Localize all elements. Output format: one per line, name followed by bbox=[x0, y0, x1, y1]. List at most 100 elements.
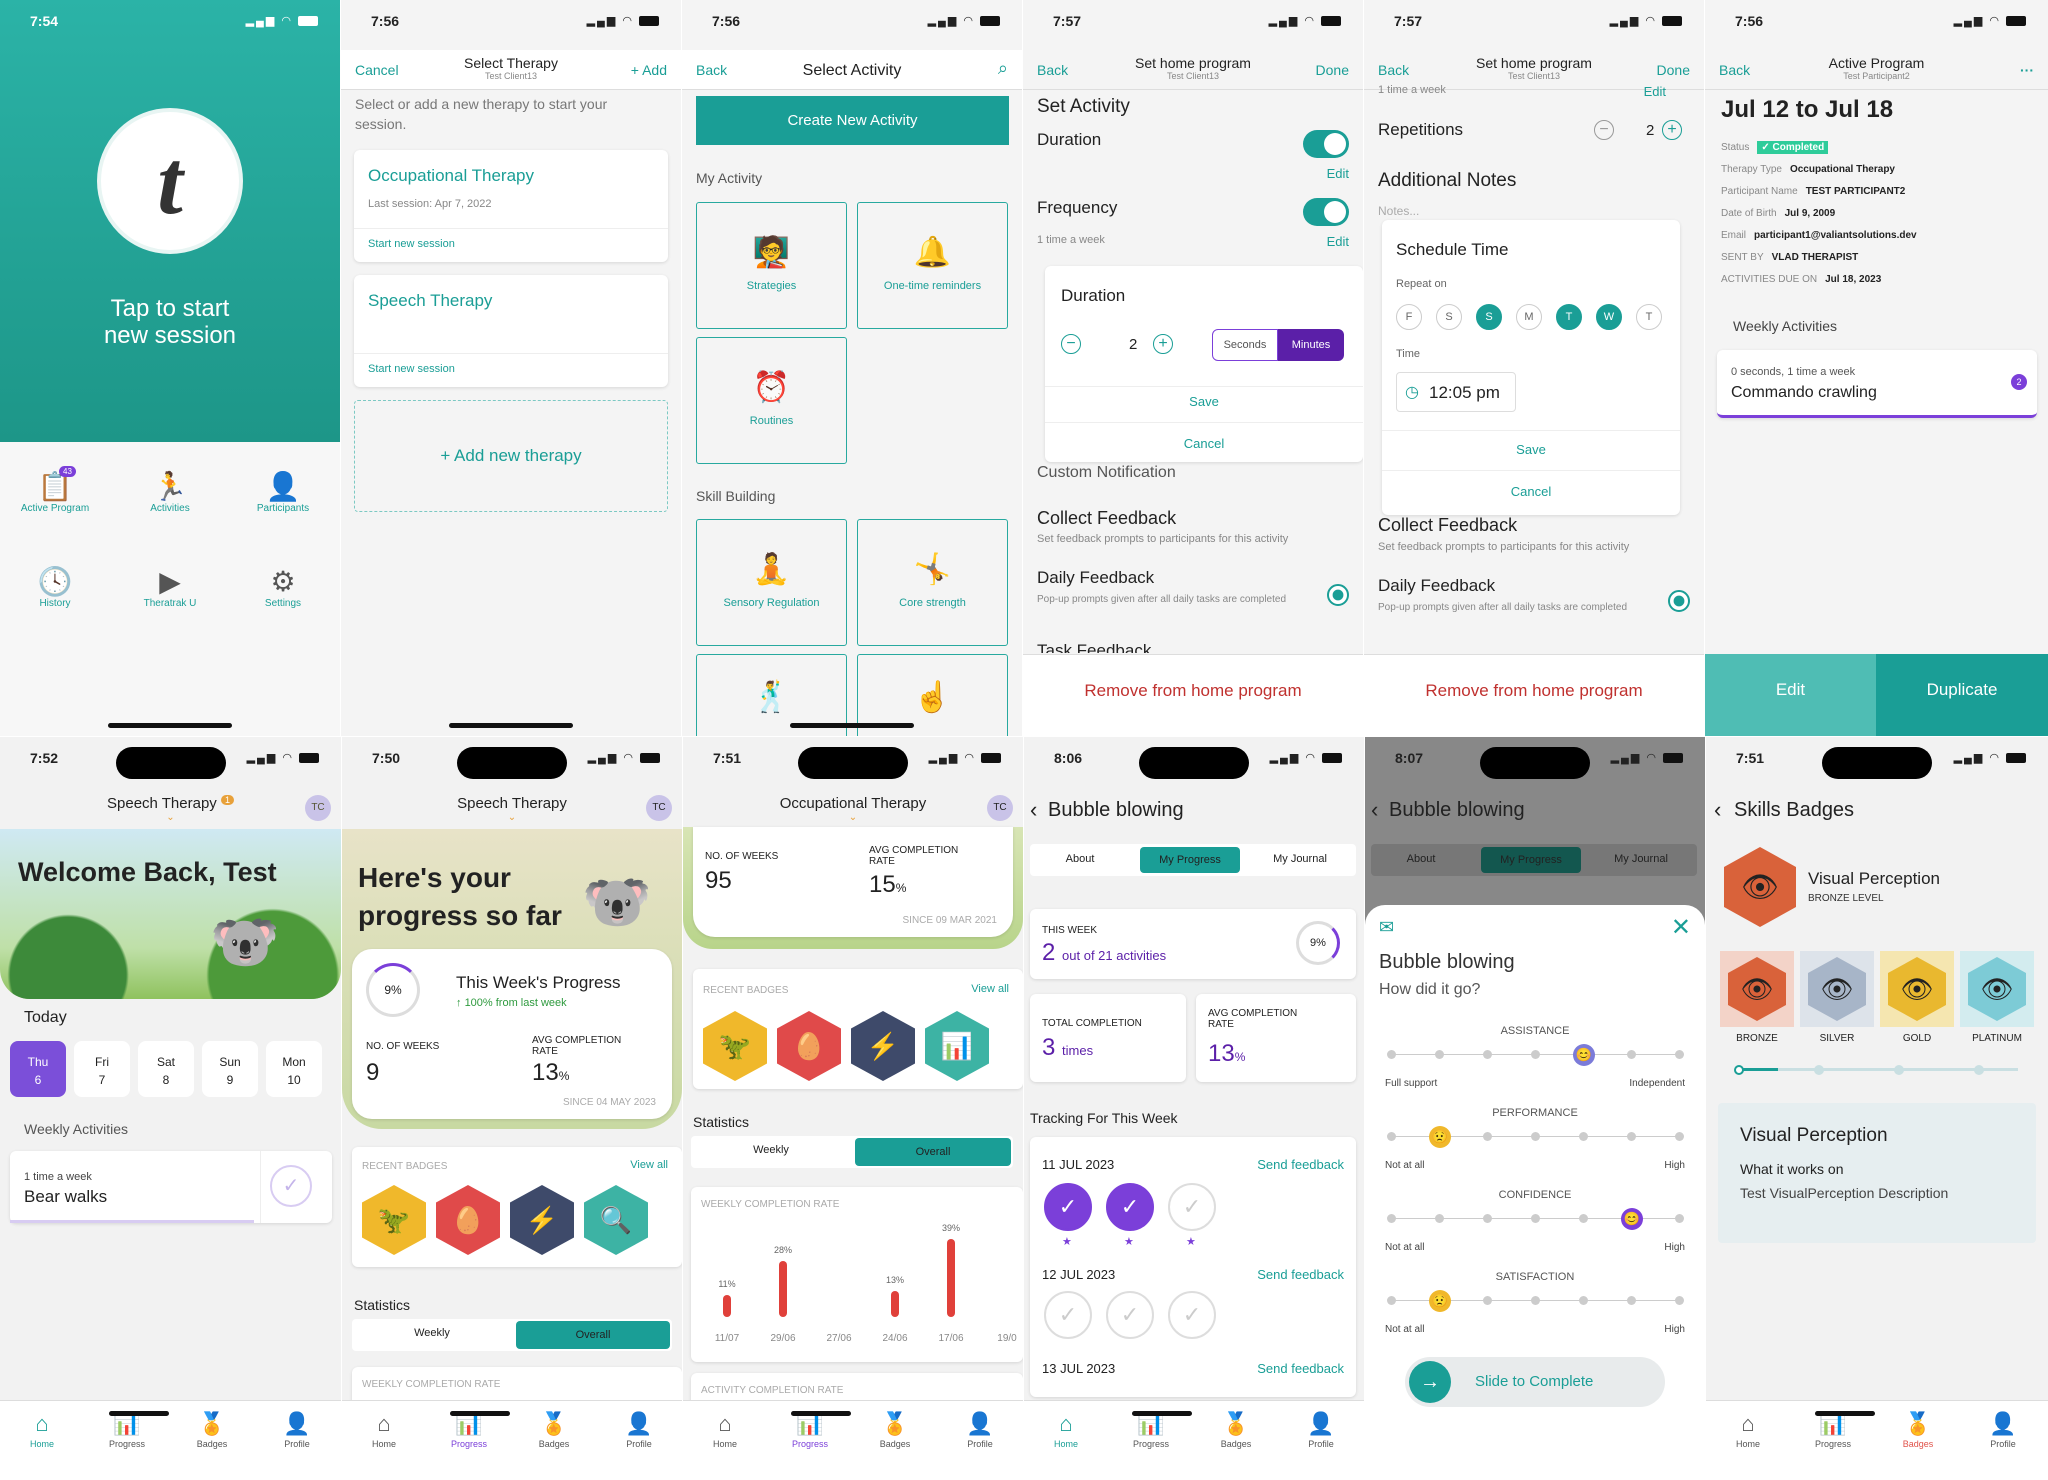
avatar[interactable]: TC bbox=[305, 795, 331, 821]
back-chevron-icon[interactable]: ‹ bbox=[1714, 797, 1721, 823]
seconds-option[interactable]: Seconds bbox=[1212, 329, 1278, 361]
level-bronze[interactable]: 👁 bbox=[1720, 951, 1794, 1027]
scale-point[interactable] bbox=[1627, 1050, 1636, 1059]
send-feedback-link[interactable]: Send feedback bbox=[1257, 1361, 1344, 1376]
daily-feedback-radio[interactable] bbox=[1668, 590, 1690, 612]
therapy-selector[interactable]: Speech Therapy ⌄ bbox=[342, 795, 682, 823]
scale-point[interactable] bbox=[1387, 1132, 1396, 1141]
minus-icon[interactable]: − bbox=[1061, 334, 1081, 354]
add-new-therapy-button[interactable]: + Add new therapy bbox=[354, 400, 668, 512]
tab-home[interactable]: ⌂ Home bbox=[12, 1411, 72, 1449]
scale-point[interactable] bbox=[1675, 1296, 1684, 1305]
empty-check-icon[interactable]: ✓ bbox=[1168, 1183, 1216, 1231]
send-feedback-link[interactable]: Send feedback bbox=[1257, 1267, 1344, 1282]
day-toggle[interactable]: S bbox=[1476, 304, 1502, 330]
therapy-selector[interactable]: Occupational Therapy ⌄ bbox=[683, 795, 1023, 823]
avatar[interactable]: TC bbox=[987, 795, 1013, 821]
badge-dinosaur-icon[interactable]: 🦖 bbox=[362, 1185, 426, 1255]
day-toggle[interactable]: T bbox=[1636, 304, 1662, 330]
duration-toggle[interactable] bbox=[1303, 130, 1349, 158]
time-picker[interactable]: ◷ 12:05 pm bbox=[1396, 372, 1516, 412]
empty-check-icon[interactable]: ✓ bbox=[1168, 1291, 1216, 1339]
tab-badges[interactable]: 🏅 Badges bbox=[524, 1411, 584, 1449]
search-icon[interactable]: ⌕ bbox=[998, 58, 1008, 79]
menu-history[interactable]: 🕓 History bbox=[15, 565, 95, 609]
badge-egg-icon[interactable]: 🥚 bbox=[436, 1185, 500, 1255]
done-button[interactable]: Done bbox=[1316, 62, 1349, 78]
scale-point[interactable] bbox=[1531, 1214, 1540, 1223]
day-toggle[interactable]: T bbox=[1556, 304, 1582, 330]
scale-point[interactable] bbox=[1675, 1132, 1684, 1141]
tab-home[interactable]: ⌂ Home bbox=[354, 1411, 414, 1449]
badge-lightning-icon[interactable]: ⚡ bbox=[851, 1011, 915, 1081]
create-activity-button[interactable]: Create New Activity bbox=[696, 96, 1009, 145]
therapy-selector[interactable]: Speech Therapy 1 ⌄ bbox=[0, 795, 341, 823]
weekly-tab[interactable]: Weekly bbox=[691, 1144, 851, 1156]
day-pill[interactable]: Sun 9 bbox=[202, 1041, 258, 1097]
scale-point[interactable]: 😊 bbox=[1573, 1044, 1595, 1066]
activity-card[interactable]: 0 seconds, 1 time a week Commando crawli… bbox=[1717, 350, 2037, 418]
day-toggle[interactable]: S bbox=[1436, 304, 1462, 330]
frequency-edit[interactable]: Edit bbox=[1644, 84, 1666, 99]
back-chevron-icon[interactable]: ‹ bbox=[1030, 797, 1037, 823]
scale-point[interactable] bbox=[1579, 1214, 1588, 1223]
remove-button[interactable]: Remove from home program bbox=[1023, 681, 1363, 701]
overall-tab[interactable]: Overall bbox=[855, 1138, 1011, 1166]
start-session-link[interactable]: Start new session bbox=[368, 238, 455, 250]
completed-check-icon[interactable]: ✓ bbox=[1106, 1183, 1154, 1231]
tab-progress[interactable]: 📊 Progress bbox=[1803, 1411, 1863, 1449]
day-pill[interactable]: Sat 8 bbox=[138, 1041, 194, 1097]
tab-my-journal[interactable]: My Journal bbox=[1250, 853, 1350, 865]
scale-point[interactable] bbox=[1435, 1214, 1444, 1223]
badge-magnifier-icon[interactable]: 🔍 bbox=[584, 1185, 648, 1255]
tab-about[interactable]: About bbox=[1030, 853, 1130, 865]
level-gold[interactable]: 👁 bbox=[1880, 951, 1954, 1027]
tab-badges[interactable]: 🏅 Badges bbox=[1888, 1411, 1948, 1449]
scale-point[interactable] bbox=[1435, 1050, 1444, 1059]
tab-badges[interactable]: 🏅 Badges bbox=[865, 1411, 925, 1449]
scale-point[interactable] bbox=[1483, 1050, 1492, 1059]
scale-point[interactable] bbox=[1627, 1132, 1636, 1141]
duration-edit[interactable]: Edit bbox=[1327, 166, 1349, 181]
scale-point[interactable] bbox=[1387, 1296, 1396, 1305]
scale-point[interactable]: 😟 bbox=[1429, 1290, 1451, 1312]
scale-point[interactable] bbox=[1675, 1050, 1684, 1059]
day-pill[interactable]: Fri 7 bbox=[74, 1041, 130, 1097]
tab-profile[interactable]: 👤 Profile bbox=[950, 1411, 1010, 1449]
empty-check-icon[interactable]: ✓ bbox=[1044, 1291, 1092, 1339]
plus-icon[interactable]: + bbox=[1153, 334, 1173, 354]
activity-card[interactable]: 1 time a week Bear walks ✓ bbox=[10, 1151, 332, 1223]
daily-feedback-radio[interactable] bbox=[1327, 584, 1349, 606]
tab-progress[interactable]: 📊 Progress bbox=[780, 1411, 840, 1449]
scale-point[interactable] bbox=[1387, 1050, 1396, 1059]
day-toggle[interactable]: F bbox=[1396, 304, 1422, 330]
scale-point[interactable] bbox=[1675, 1214, 1684, 1223]
tab-home[interactable]: ⌂ Home bbox=[1718, 1411, 1778, 1449]
completed-check-icon[interactable]: ✓ bbox=[1044, 1183, 1092, 1231]
day-pill[interactable]: Thu 6 bbox=[10, 1041, 66, 1097]
therapy-card[interactable]: Occupational Therapy Last session: Apr 7… bbox=[354, 150, 668, 262]
notes-input[interactable]: Notes... bbox=[1378, 204, 1419, 218]
plus-icon[interactable]: + bbox=[1662, 120, 1682, 140]
badge-chart-icon[interactable]: 📊 bbox=[925, 1011, 989, 1081]
day-toggle[interactable]: M bbox=[1516, 304, 1542, 330]
tap-to-start-label[interactable]: Tap to start new session bbox=[0, 295, 340, 349]
scale-point[interactable] bbox=[1387, 1214, 1396, 1223]
tab-profile[interactable]: 👤 Profile bbox=[267, 1411, 327, 1449]
menu-active-program[interactable]: 📋 Active Program 43 bbox=[15, 466, 95, 514]
scale-point[interactable] bbox=[1483, 1296, 1492, 1305]
tab-my-progress[interactable]: My Progress bbox=[1140, 847, 1240, 873]
remove-button[interactable]: Remove from home program bbox=[1364, 681, 1704, 701]
menu-theratrak-u[interactable]: ▶ Theratrak U bbox=[130, 565, 210, 609]
tile-strategies[interactable]: 🧑‍🏫 Strategies bbox=[696, 202, 847, 329]
tile-routines[interactable]: ⏰ Routines bbox=[696, 337, 847, 464]
weekly-tab[interactable]: Weekly bbox=[352, 1327, 512, 1339]
tile-sensory[interactable]: 🧘 Sensory Regulation bbox=[696, 519, 847, 646]
minutes-option[interactable]: Minutes bbox=[1278, 329, 1344, 361]
tab-badges[interactable]: 🏅 Badges bbox=[1206, 1411, 1266, 1449]
duplicate-button[interactable]: Duplicate bbox=[1876, 654, 2048, 736]
edit-button[interactable]: Edit bbox=[1705, 654, 1876, 736]
scale-point[interactable] bbox=[1483, 1132, 1492, 1141]
minus-icon[interactable]: − bbox=[1594, 120, 1614, 140]
more-icon[interactable]: ··· bbox=[2020, 62, 2034, 78]
